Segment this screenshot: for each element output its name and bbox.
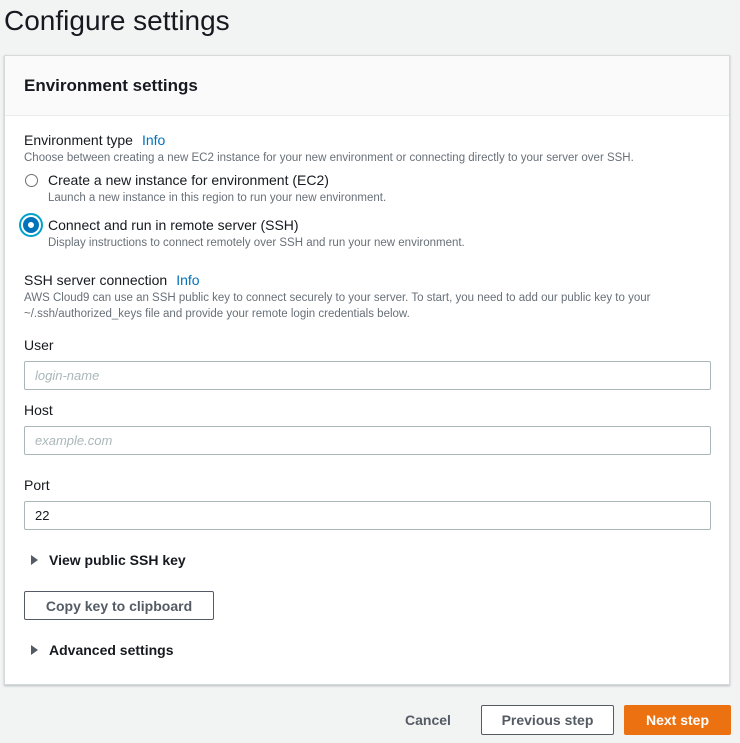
port-input[interactable] [24,501,711,530]
radio-ec2-label[interactable]: Create a new instance for environment (E… [48,172,329,188]
host-label: Host [24,402,53,418]
panel-title: Environment settings [24,75,198,95]
ssh-connection-label: SSH server connection [24,272,168,288]
user-label: User [24,337,54,353]
configure-settings-page: Configure settings Environment settings … [0,0,740,743]
user-input[interactable] [24,361,711,390]
advanced-settings-expander[interactable]: Advanced settings [31,642,173,658]
ssh-connection-description-line2: ~/.ssh/authorized_keys file and provide … [24,308,410,320]
radio-ssh[interactable] [23,217,39,233]
view-public-ssh-key-label: View public SSH key [49,552,186,568]
environment-type-label: Environment type [24,132,133,148]
environment-type-info-link[interactable]: Info [142,132,165,148]
caret-right-icon [31,645,38,655]
cancel-button[interactable]: Cancel [388,705,468,735]
port-label: Port [24,477,50,493]
page-title: Configure settings [4,5,230,36]
ssh-connection-label-row: SSH server connection Info [24,272,200,288]
next-step-button[interactable]: Next step [624,705,731,735]
radio-ssh-description: Display instructions to connect remotely… [48,237,465,249]
view-public-ssh-key-expander[interactable]: View public SSH key [31,552,186,568]
ssh-connection-description-line1: AWS Cloud9 can use an SSH public key to … [24,292,651,304]
ssh-connection-info-link[interactable]: Info [176,272,199,288]
host-input[interactable] [24,426,711,455]
copy-key-button[interactable]: Copy key to clipboard [24,591,214,620]
environment-type-description: Choose between creating a new EC2 instan… [24,152,634,164]
radio-ec2-description: Launch a new instance in this region to … [48,192,387,204]
previous-step-button[interactable]: Previous step [481,705,614,735]
panel-header: Environment settings [5,56,729,116]
radio-ec2[interactable] [25,174,38,187]
radio-ssh-label[interactable]: Connect and run in remote server (SSH) [48,217,299,233]
caret-right-icon [31,555,38,565]
environment-settings-panel: Environment settings Environment type Inf… [4,55,730,685]
environment-type-label-row: Environment type Info [24,132,165,148]
advanced-settings-label: Advanced settings [49,642,174,658]
